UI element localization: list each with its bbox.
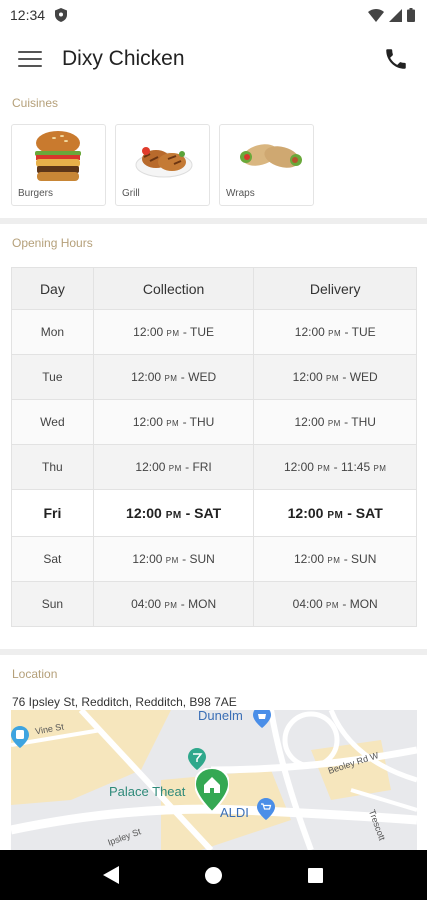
menu-button[interactable] <box>18 51 42 67</box>
day-cell: Fri <box>11 489 94 537</box>
collection-cell: 12:00 PM - SAT <box>92 489 255 537</box>
delivery-cell: 12:00 PM - SUN <box>253 536 417 582</box>
shopping-cart-poi-icon[interactable] <box>257 798 275 820</box>
day-cell: Mon <box>11 309 94 355</box>
phone-icon[interactable] <box>383 46 409 72</box>
table-header-row: Day Collection Delivery <box>11 267 417 310</box>
collection-cell: 12:00 PM - SUN <box>92 536 255 582</box>
collection-cell: 12:00 PM - WED <box>92 354 255 400</box>
day-cell: Thu <box>11 444 94 490</box>
back-triangle-icon <box>103 866 120 884</box>
restaurant-location-pin-icon[interactable] <box>195 768 229 812</box>
table-row: Mon 12:00 PM - TUE 12:00 PM - TUE <box>11 309 417 355</box>
delivery-cell: 12:00 PM - SAT <box>253 489 417 537</box>
drink-poi-icon[interactable] <box>188 748 206 770</box>
table-row-today: Fri 12:00 PM - SAT 12:00 PM - SAT <box>11 489 417 537</box>
collection-cell: 12:00 PM - FRI <box>92 444 255 490</box>
table-row: Sun 04:00 PM - MON 04:00 PM - MON <box>11 581 417 627</box>
burger-image <box>35 131 81 181</box>
collection-cell: 04:00 PM - MON <box>92 581 255 627</box>
day-cell: Wed <box>11 399 94 445</box>
status-time: 12:34 <box>10 7 46 23</box>
table-row: Tue 12:00 PM - WED 12:00 PM - WED <box>11 354 417 400</box>
table-row: Sat 12:00 PM - SUN 12:00 PM - SUN <box>11 536 417 582</box>
delivery-cell: 12:00 PM - TUE <box>253 309 417 355</box>
recents-square-icon <box>308 867 324 883</box>
cuisine-label: Wraps <box>226 188 255 199</box>
wraps-image <box>240 144 302 168</box>
day-cell: Sat <box>11 536 94 582</box>
location-map[interactable]: Vine St Dunelm Palace Theat ALDI Beoley … <box>11 710 417 850</box>
shopping-poi-icon[interactable] <box>253 710 271 728</box>
collection-cell: 12:00 PM - TUE <box>92 309 255 355</box>
wifi-icon <box>368 8 384 22</box>
cuisine-card-burgers[interactable]: Burgers <box>11 124 106 206</box>
header-day: Day <box>11 267 94 310</box>
map-label-palace: Palace Theat <box>109 784 186 799</box>
header-collection: Collection <box>92 267 255 310</box>
recents-button[interactable] <box>301 860 331 890</box>
cuisines-list: Burgers Grill Wraps <box>0 110 427 206</box>
day-cell: Sun <box>11 581 94 627</box>
table-row: Wed 12:00 PM - THU 12:00 PM - THU <box>11 399 417 445</box>
grill-image <box>135 147 193 178</box>
page-title: Dixy Chicken <box>62 47 185 70</box>
opening-hours-table: Day Collection Delivery Mon 12:00 PM - T… <box>11 267 417 627</box>
transit-poi-icon[interactable] <box>11 726 29 748</box>
status-bar: 12:34 <box>0 0 427 30</box>
back-button[interactable] <box>96 860 126 890</box>
header-delivery: Delivery <box>253 267 417 310</box>
cuisines-label: Cuisines <box>12 96 59 110</box>
delivery-cell: 12:00 PM - WED <box>253 354 417 400</box>
cuisine-label: Grill <box>122 188 140 199</box>
opening-hours-label: Opening Hours <box>12 236 93 250</box>
delivery-cell: 12:00 PM - THU <box>253 399 417 445</box>
collection-cell: 12:00 PM - THU <box>92 399 255 445</box>
menu-icon <box>18 51 42 53</box>
delivery-cell: 12:00 PM - 11:45 PM <box>253 444 417 490</box>
home-button[interactable] <box>198 860 228 890</box>
map-label-dunelm: Dunelm <box>198 710 243 723</box>
cuisine-label: Burgers <box>18 188 54 199</box>
address-text: 76 Ipsley St, Redditch, Redditch, B98 7A… <box>12 695 237 709</box>
system-navigation-bar <box>0 850 427 900</box>
day-cell: Tue <box>11 354 94 400</box>
home-circle-icon <box>204 866 222 884</box>
location-label: Location <box>12 667 58 681</box>
cuisine-card-grill[interactable]: Grill <box>115 124 210 206</box>
signal-icon <box>389 8 402 22</box>
delivery-cell: 04:00 PM - MON <box>253 581 417 627</box>
table-row: Thu 12:00 PM - FRI 12:00 PM - 11:45 PM <box>11 444 417 490</box>
cuisine-card-wraps[interactable]: Wraps <box>219 124 314 206</box>
app-bar: Dixy Chicken <box>0 30 427 88</box>
shield-icon <box>55 8 68 22</box>
battery-icon <box>407 8 415 22</box>
